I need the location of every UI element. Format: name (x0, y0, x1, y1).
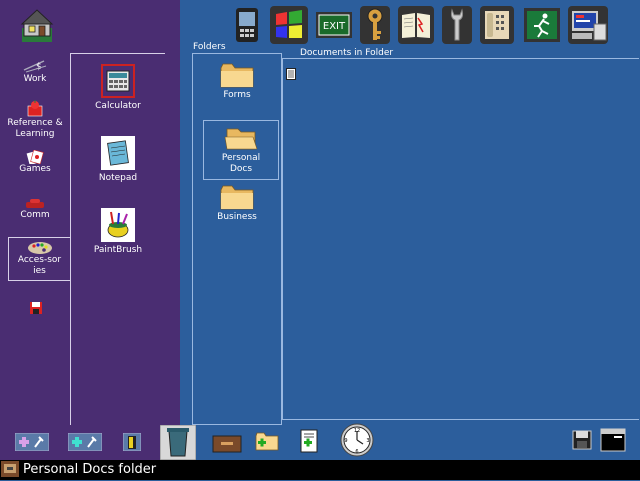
handheld-icon[interactable] (232, 6, 262, 44)
category-comm[interactable]: Comm (4, 196, 66, 221)
category-work[interactable]: $ Work (4, 58, 66, 85)
phone-icon (4, 196, 66, 210)
svg-text:$: $ (36, 62, 42, 72)
new-document-icon[interactable] (300, 429, 318, 453)
running-man-icon[interactable] (524, 6, 560, 44)
folder-icon (220, 62, 254, 88)
category-reference-learning[interactable]: Reference & Learning (4, 100, 66, 140)
documents-panel-title: Documents in Folder (298, 48, 396, 58)
palette-icon (9, 241, 70, 255)
briefcase-icon: $ (4, 58, 66, 74)
add-tool-icon[interactable] (14, 432, 50, 452)
app-paintbrush[interactable]: PaintBrush (88, 208, 148, 255)
add-tool-icon[interactable] (67, 432, 103, 452)
folder-forms[interactable]: Forms (199, 62, 275, 101)
category-label: Acces-sories (17, 255, 62, 276)
folder-label: Forms (223, 90, 251, 100)
computer-icon[interactable] (568, 6, 608, 44)
folders-panel: Forms Personal Docs Business (192, 53, 282, 425)
trash-icon[interactable] (159, 424, 197, 461)
app-label: Calculator (95, 101, 141, 111)
window-icon[interactable] (600, 428, 626, 452)
app-label: PaintBrush (93, 245, 143, 255)
open-folder-icon (224, 125, 258, 151)
disk-icon[interactable] (572, 430, 592, 450)
top-toolbar: EXIT (228, 2, 612, 46)
exit-sign-icon[interactable]: EXIT (316, 6, 352, 44)
notepad-icon (101, 136, 135, 170)
svg-text:9: 9 (344, 438, 347, 444)
book-icon[interactable] (398, 6, 434, 44)
status-bar: Personal Docs folder (0, 460, 640, 480)
app-calculator[interactable]: Calculator (88, 64, 148, 111)
category-games[interactable]: Games (4, 149, 66, 175)
save-disk-icon[interactable] (29, 300, 43, 314)
drawer-icon[interactable] (212, 433, 242, 453)
calculator-icon (101, 64, 135, 98)
bottom-bar: 12369 (0, 423, 640, 461)
new-folder-icon[interactable] (255, 431, 279, 451)
cards-icon (4, 149, 66, 166)
status-icon (1, 461, 19, 477)
book-apple-icon (4, 100, 66, 118)
clock-icon[interactable]: 12369 (340, 423, 374, 457)
folders-panel-title: Folders (193, 42, 226, 52)
folder-business[interactable]: Business (199, 184, 275, 223)
folder-personal-docs[interactable]: Personal Docs (203, 120, 279, 180)
folder-label: Personal Docs (221, 153, 261, 174)
apps-panel: Calculator Notepad PaintBrush (70, 53, 165, 425)
paintbrush-icon (101, 208, 135, 242)
telephone-icon[interactable] (480, 6, 514, 44)
category-accessories[interactable]: Acces-sories (8, 237, 70, 281)
wrench-icon[interactable] (442, 6, 472, 44)
app-label: Notepad (98, 173, 138, 183)
exit-door-icon[interactable] (122, 432, 142, 452)
category-label: Reference & Learning (7, 118, 63, 139)
folder-label: Business (217, 212, 257, 222)
home-icon[interactable] (20, 6, 54, 44)
key-icon[interactable] (360, 6, 390, 44)
folder-icon (220, 184, 254, 210)
document-icon[interactable] (286, 65, 296, 80)
svg-text:EXIT: EXIT (323, 21, 346, 32)
category-label: Comm (20, 210, 50, 220)
svg-text:3: 3 (366, 438, 369, 444)
app-notepad[interactable]: Notepad (88, 136, 148, 183)
documents-panel (282, 58, 639, 420)
category-label: Work (23, 74, 47, 84)
svg-text:6: 6 (355, 449, 358, 455)
category-label: Games (19, 164, 51, 174)
windows-icon[interactable] (270, 6, 308, 44)
status-text: Personal Docs folder (23, 462, 157, 477)
